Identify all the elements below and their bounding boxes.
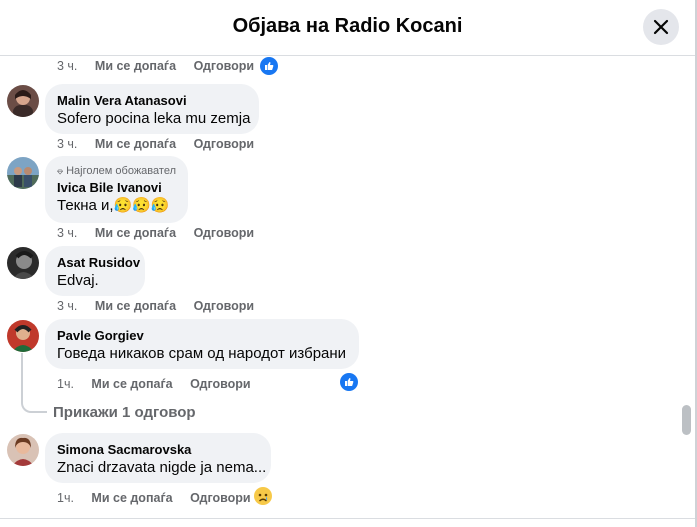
close-button[interactable] [643, 9, 679, 45]
reply-link[interactable]: Одговори [194, 137, 255, 151]
badge-label: Најголем обожавател [66, 165, 176, 177]
comment-text: Говеда никаков срам од народот избрани [57, 345, 347, 362]
reply-thread-line [21, 353, 47, 413]
comment-bubble: Simona Sacmarovska Znaci drzavata nigde … [45, 433, 271, 483]
like-link[interactable]: Ми се допаѓа [91, 377, 172, 391]
comment-text: Текна и,😥😥😥 [57, 197, 170, 214]
comment-time[interactable]: 3 ч. [57, 299, 77, 313]
comment-time[interactable]: 3 ч. [57, 59, 77, 73]
close-icon [653, 19, 669, 35]
comment-author[interactable]: Ivica Bile Ivanovi [57, 179, 176, 196]
comment-time[interactable]: 3 ч. [57, 137, 77, 151]
comment-actions: 3 ч. Ми се допаѓа Одговори [57, 226, 254, 240]
top-fan-badge: Најголем обожавател [57, 164, 176, 179]
comment-text: Sofero pocina leka mu zemja [57, 110, 251, 127]
comment-bubble: Asat Rusidov Edvaj. [45, 246, 145, 296]
like-reaction-icon[interactable] [260, 57, 278, 75]
comment-author[interactable]: Pavle Gorgiev [57, 327, 347, 344]
comment-time[interactable]: 3 ч. [57, 226, 77, 240]
show-replies-link[interactable]: Прикажи 1 одговор [53, 404, 196, 421]
dialog-header: Објава на Radio Kocani [0, 0, 695, 56]
comment-author[interactable]: Malin Vera Atanasovi [57, 92, 247, 109]
like-link[interactable]: Ми се допаѓа [91, 491, 172, 505]
like-link[interactable]: Ми се допаѓа [95, 226, 176, 240]
comment-actions: 1ч. Ми се допаѓа Одговори [57, 377, 251, 391]
comment-actions: 3 ч. Ми се допаѓа Одговори [57, 299, 254, 313]
reply-link[interactable]: Одговори [194, 59, 255, 73]
avatar[interactable] [7, 320, 39, 352]
like-link[interactable]: Ми се допаѓа [95, 137, 176, 151]
avatar[interactable] [7, 157, 39, 189]
comment-time[interactable]: 1ч. [57, 491, 74, 505]
comment-bubble: Pavle Gorgiev Говеда никаков срам од нар… [45, 319, 359, 369]
comment-bubble: Најголем обожавател Ivica Bile Ivanovi Т… [45, 156, 188, 223]
scrollbar-thumb[interactable] [682, 405, 691, 435]
dialog-footer-border [0, 518, 695, 519]
dialog-title: Објава на Radio Kocani [232, 15, 463, 37]
like-link[interactable]: Ми се допаѓа [95, 59, 176, 73]
comment-time[interactable]: 1ч. [57, 377, 74, 391]
comment-actions: 3 ч. Ми се допаѓа Одговори [57, 59, 254, 73]
reply-link[interactable]: Одговори [194, 226, 255, 240]
scrollbar[interactable] [678, 58, 694, 520]
like-link[interactable]: Ми се допаѓа [95, 299, 176, 313]
reply-link[interactable]: Одговори [190, 377, 251, 391]
comment-author[interactable]: Asat Rusidov [57, 254, 140, 271]
like-reaction-icon[interactable] [340, 373, 358, 391]
reply-link[interactable]: Одговори [190, 491, 251, 505]
avatar[interactable] [7, 85, 39, 117]
avatar[interactable] [7, 247, 39, 279]
comment-actions: 1ч. Ми се допаѓа Одговори [57, 491, 251, 505]
diamond-icon [57, 169, 63, 174]
reply-link[interactable]: Одговори [194, 299, 255, 313]
comment-bubble: Malin Vera Atanasovi Sofero pocina leka … [45, 84, 259, 134]
comment-actions: 3 ч. Ми се допаѓа Одговори [57, 137, 254, 151]
sad-reaction-icon[interactable] [253, 486, 273, 506]
comment-text: Znaci drzavata nigde ja nema... [57, 459, 267, 476]
comment-author[interactable]: Simona Sacmarovska [57, 441, 259, 458]
comment-text: Edvaj. [57, 272, 99, 289]
avatar[interactable] [7, 434, 39, 466]
